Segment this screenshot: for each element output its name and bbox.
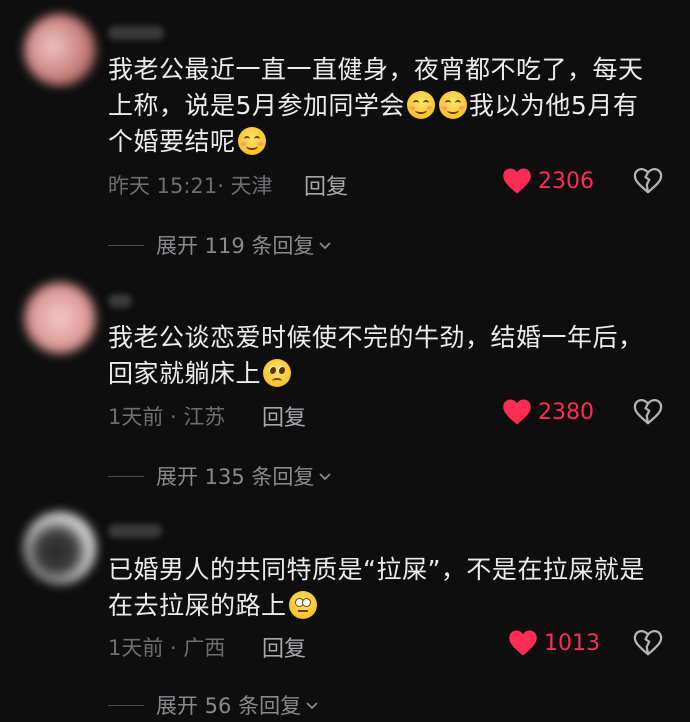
reply-button[interactable]: 回复 xyxy=(304,169,348,201)
broken-heart-icon[interactable] xyxy=(633,398,663,426)
blush-emoji-icon xyxy=(438,91,467,119)
comment-text: 我老公谈恋爱时候使不完的牛劲，结婚一年后，回家就躺床上 xyxy=(108,320,653,392)
expand-replies-button[interactable]: 展开 135 条回复 xyxy=(108,461,332,491)
like-count: 2380 xyxy=(538,399,594,425)
pleading-emoji-icon xyxy=(263,359,292,387)
avatar[interactable] xyxy=(24,512,96,584)
heart-icon xyxy=(503,168,531,194)
expand-replies-label: 展开 56 条回复 xyxy=(156,694,302,718)
like-count: 1013 xyxy=(544,630,600,656)
like-button[interactable]: 1013 xyxy=(508,629,600,657)
username[interactable] xyxy=(108,294,132,308)
divider xyxy=(108,244,144,246)
comment-text: 已婚男人的共同特质是“拉屎”，不是在拉屎就是在去拉屎的路上 xyxy=(108,552,653,624)
expand-replies-label: 展开 135 条回复 xyxy=(156,465,315,489)
username[interactable] xyxy=(108,524,162,538)
comment-text-part: 我老公谈恋爱时候使不完的牛劲，结婚一年后，回家就躺床上 xyxy=(108,323,644,388)
blush-emoji-icon xyxy=(406,91,435,119)
chevron-down-icon xyxy=(319,473,332,481)
avatar[interactable] xyxy=(24,14,96,86)
comment-text-part: 已婚男人的共同特质是“拉屎”，不是在拉屎就是在去拉屎的路上 xyxy=(108,555,645,620)
blush-emoji-icon xyxy=(237,127,266,155)
reply-button[interactable]: 回复 xyxy=(262,631,306,663)
comment-meta: 1天前 · 广西 xyxy=(108,636,226,660)
like-button[interactable]: 2380 xyxy=(502,398,594,426)
comment-meta: 昨天 15:21· 天津 xyxy=(108,174,273,198)
comment-text: 我老公最近一直一直健身，夜宵都不吃了，每天上称，说是5月参加同学会 我以为他5月有… xyxy=(108,52,653,160)
eye-roll-emoji-icon xyxy=(288,591,317,619)
heart-icon xyxy=(503,399,531,425)
like-count: 2306 xyxy=(538,168,594,194)
reply-button[interactable]: 回复 xyxy=(262,400,306,432)
expand-replies-label: 展开 119 条回复 xyxy=(156,234,315,258)
heart-icon xyxy=(509,630,537,656)
divider xyxy=(108,475,144,477)
like-button[interactable]: 2306 xyxy=(502,167,594,195)
chevron-down-icon xyxy=(306,702,318,710)
username[interactable] xyxy=(108,26,164,40)
broken-heart-icon[interactable] xyxy=(633,629,663,657)
comment-meta: 1天前 · 江苏 xyxy=(108,405,226,429)
expand-replies-button[interactable]: 展开 56 条回复 xyxy=(108,690,319,720)
divider xyxy=(108,704,144,706)
chevron-down-icon xyxy=(319,242,332,250)
avatar[interactable] xyxy=(24,282,96,354)
expand-replies-button[interactable]: 展开 119 条回复 xyxy=(108,230,332,260)
broken-heart-icon[interactable] xyxy=(633,167,663,195)
